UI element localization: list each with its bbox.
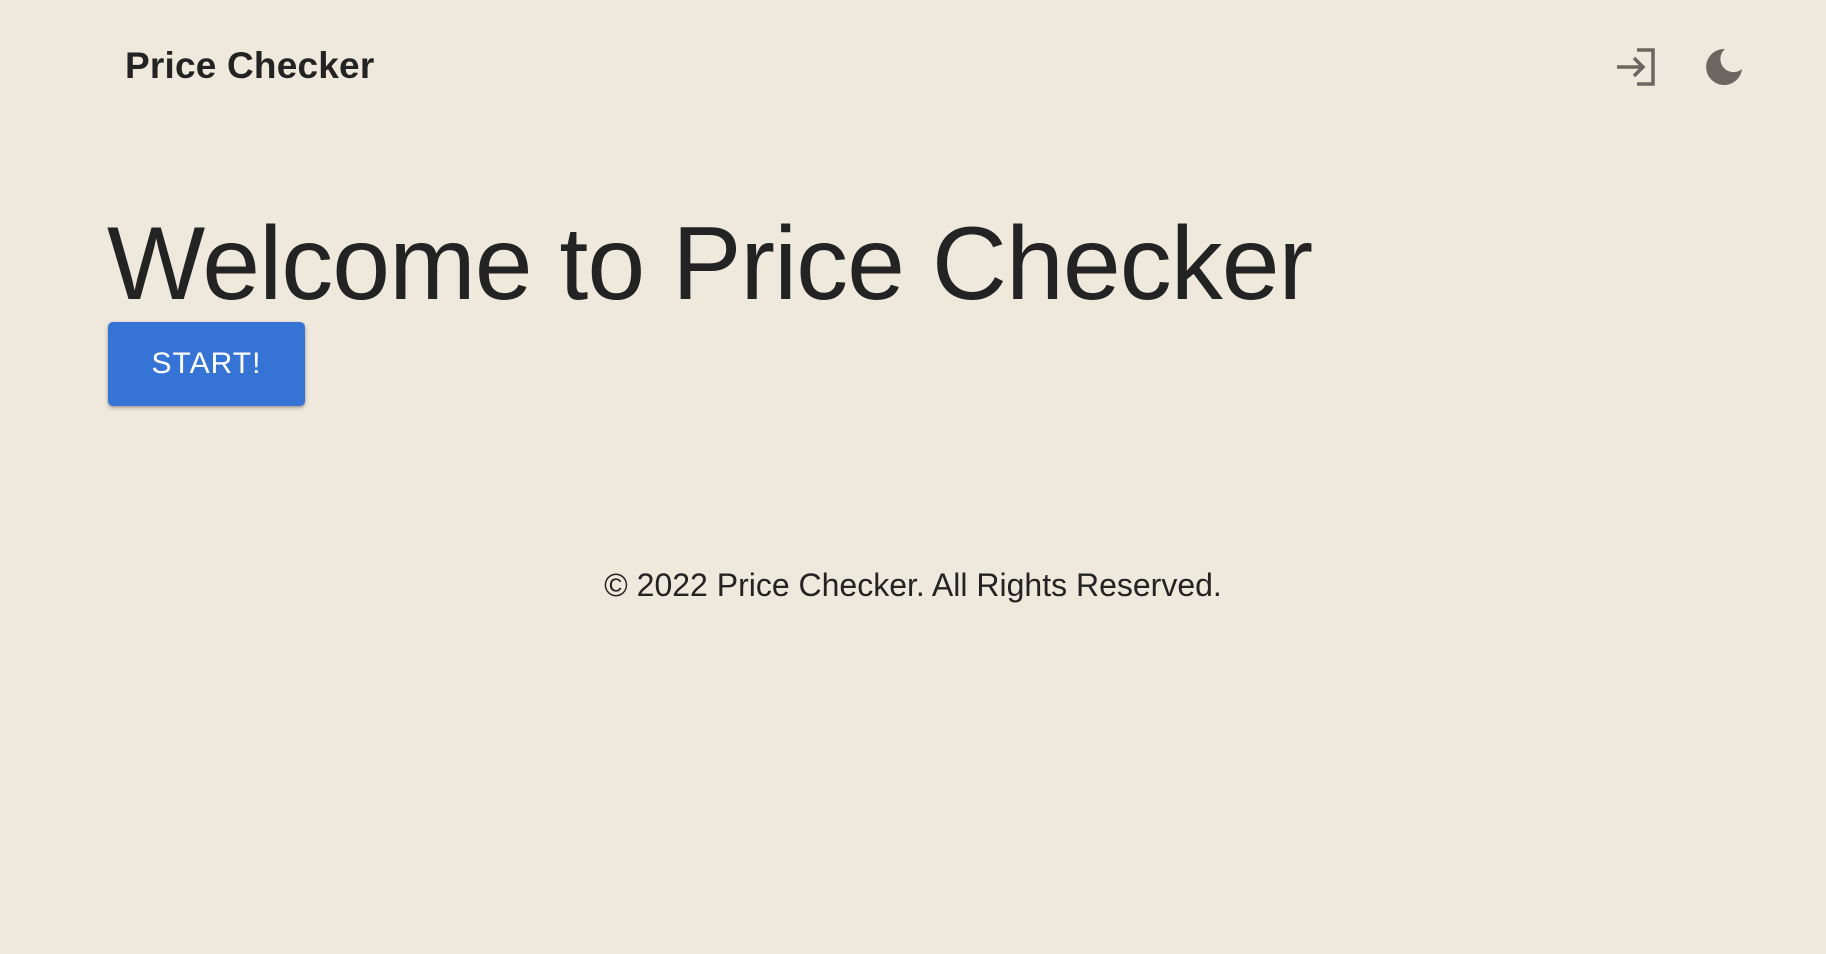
brand-title[interactable]: Price Checker [125, 44, 374, 88]
login-icon [1613, 44, 1659, 90]
footer-copyright: © 2022 Price Checker. All Rights Reserve… [604, 567, 1222, 603]
moon-icon [1704, 47, 1744, 87]
login-button[interactable] [1613, 44, 1659, 90]
theme-toggle-button[interactable] [1701, 44, 1747, 90]
page: Price Checker Welcome to Price Checker S… [0, 0, 1826, 954]
start-button[interactable]: START! [108, 322, 305, 406]
hero-title: Welcome to Price Checker [107, 206, 1313, 322]
top-navbar: Price Checker [0, 0, 1826, 132]
